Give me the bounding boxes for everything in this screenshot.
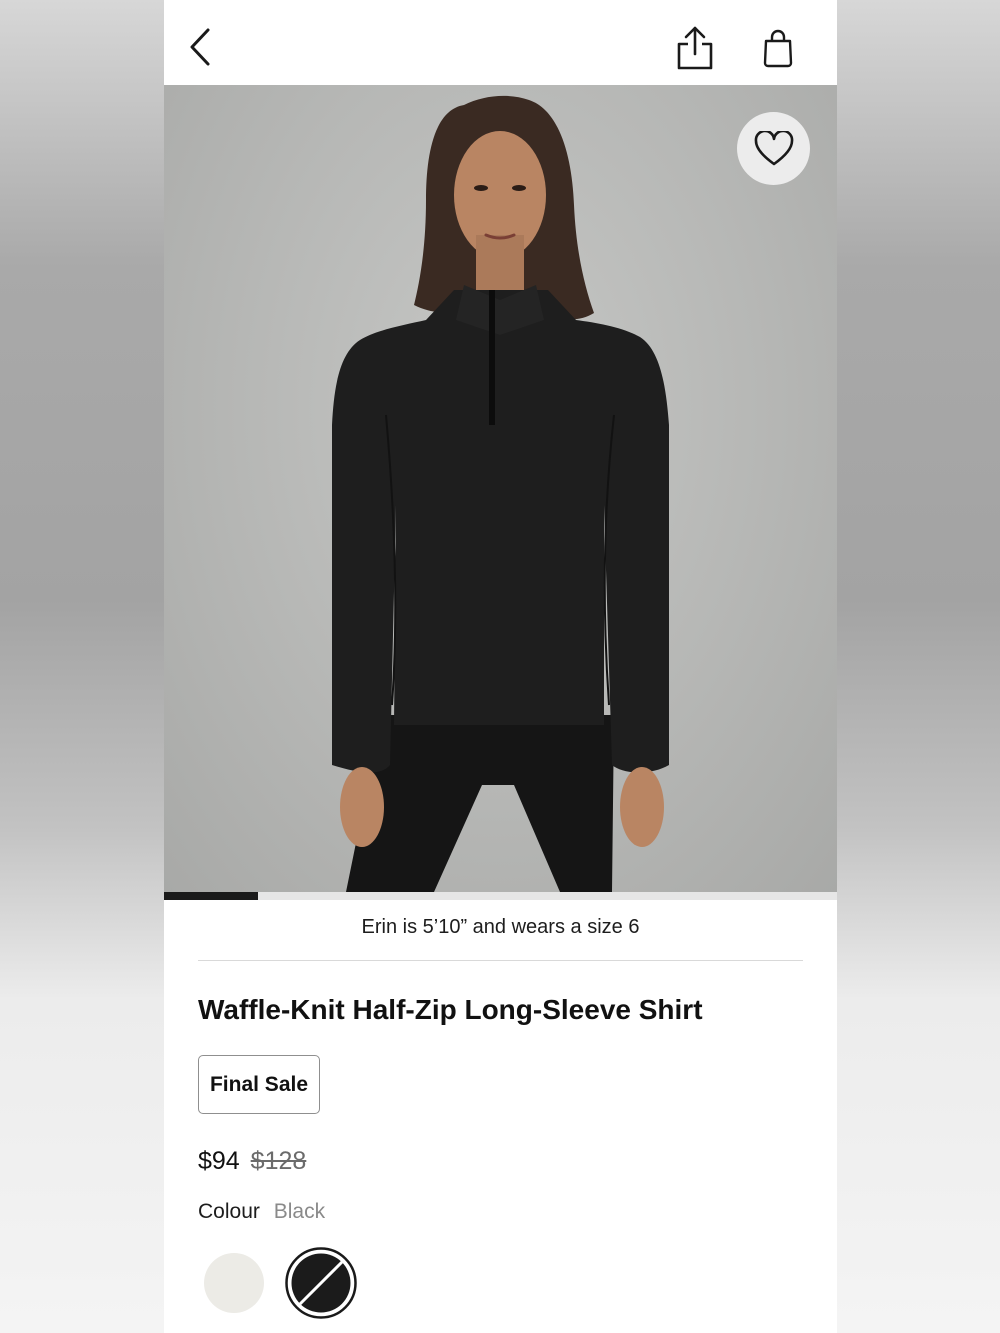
top-nav-bar bbox=[164, 0, 837, 85]
sale-price: $94 bbox=[198, 1147, 240, 1175]
price-row: $94 $128 bbox=[198, 1147, 306, 1176]
colour-label: Colour bbox=[198, 1200, 260, 1223]
product-image[interactable] bbox=[164, 85, 837, 892]
colour-swatch-white[interactable] bbox=[204, 1253, 264, 1313]
share-button[interactable] bbox=[674, 24, 716, 72]
shopping-bag-icon bbox=[763, 29, 793, 68]
divider bbox=[198, 960, 803, 961]
model-size-info: Erin is 5’10” and wears a size 6 bbox=[361, 916, 640, 938]
colour-value: Black bbox=[273, 1200, 326, 1223]
final-sale-badge: Final Sale bbox=[198, 1055, 320, 1114]
image-carousel-progress bbox=[164, 892, 837, 900]
chevron-left-icon bbox=[190, 28, 210, 66]
favorite-button[interactable] bbox=[737, 112, 810, 185]
colour-row: Colour Black bbox=[198, 1200, 325, 1224]
selected-swatch-icon bbox=[285, 1247, 357, 1319]
product-screen: Erin is 5’10” and wears a size 6 Waffle-… bbox=[164, 0, 837, 1333]
carousel-progress-fill bbox=[164, 892, 259, 900]
back-button[interactable] bbox=[186, 26, 216, 68]
share-icon bbox=[677, 26, 713, 70]
product-title: Waffle-Knit Half-Zip Long-Sleeve Shirt bbox=[198, 994, 703, 1025]
colour-swatch-black-selected[interactable] bbox=[284, 1246, 358, 1320]
bag-button[interactable] bbox=[761, 28, 795, 68]
model-photo bbox=[332, 95, 669, 892]
heart-icon bbox=[754, 130, 793, 165]
original-price: $128 bbox=[250, 1147, 307, 1175]
